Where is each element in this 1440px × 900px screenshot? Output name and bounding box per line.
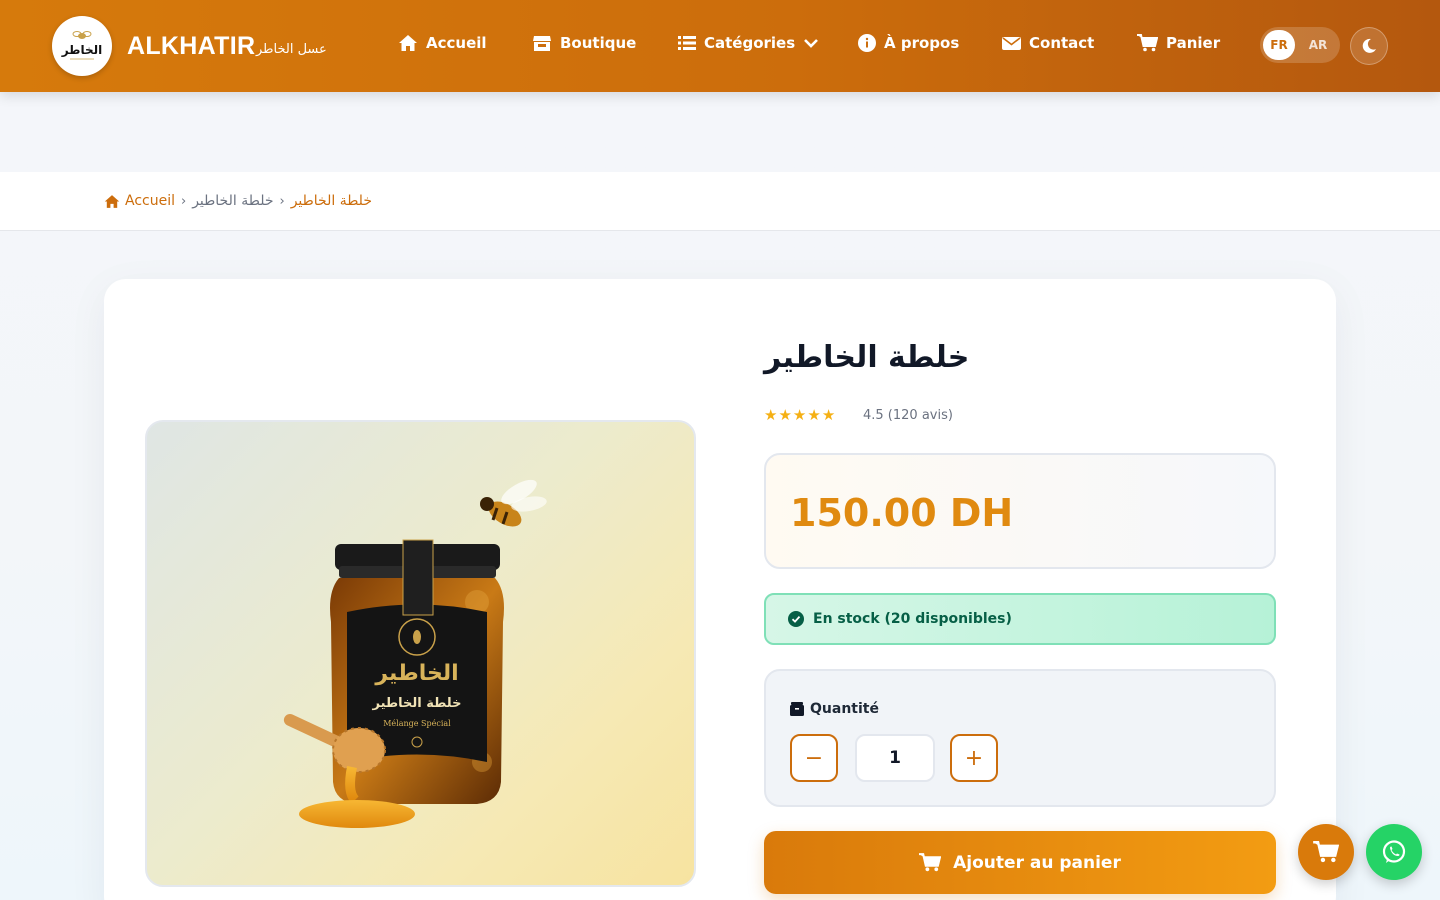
breadcrumb-separator: › (181, 193, 187, 209)
quantity-decrease-button[interactable]: − (790, 734, 838, 782)
product-title: خلطة الخاطير (764, 340, 970, 375)
star-icon: ★ (792, 406, 807, 424)
nav-cart-label: Panier (1166, 34, 1221, 52)
nav-categories[interactable]: Catégories (678, 34, 819, 52)
star-icon: ★ (821, 406, 836, 424)
quantity-increase-button[interactable]: + (950, 734, 998, 782)
star-icon: ★ (807, 406, 821, 424)
lang-ar-button[interactable]: AR (1302, 30, 1334, 60)
nav-cart[interactable]: Panier (1137, 34, 1220, 52)
bee-logo-icon: الخاطر (61, 31, 103, 60)
nav-categories-label: Catégories (704, 34, 796, 52)
stock-text: En stock (20 disponibles) (813, 611, 1012, 627)
star-icon: ★ (764, 406, 778, 424)
jar-brand-text: الخاطير (374, 661, 458, 686)
nav-shop[interactable]: Boutique (532, 34, 636, 52)
cart-icon (1137, 34, 1158, 52)
nav-home[interactable]: Accueil (398, 34, 487, 52)
home-icon (399, 35, 417, 51)
nav-about[interactable]: À propos (858, 34, 959, 52)
add-to-cart-label: Ajouter au panier (953, 852, 1121, 873)
logo[interactable]: الخاطر (52, 16, 112, 76)
chevron-down-icon (804, 39, 819, 48)
brand-name[interactable]: ALKHATIR (127, 32, 255, 61)
nav-contact[interactable]: Contact (1002, 34, 1094, 52)
list-icon (678, 36, 696, 50)
breadcrumb-bar: Accueil › خلطة الخاطير › خلطة الخاطير (0, 172, 1440, 231)
nav-shop-label: Boutique (560, 34, 637, 52)
theme-toggle-button[interactable] (1350, 27, 1388, 65)
jar-name-text: خلطة الخاطير (372, 696, 462, 711)
whatsapp-icon (1382, 840, 1406, 863)
nav-contact-label: Contact (1029, 34, 1095, 52)
breadcrumb-home-label: Accueil (125, 193, 175, 209)
price-box: 150.00 DH (764, 453, 1276, 569)
floating-cart-button[interactable] (1298, 824, 1354, 880)
rating-stars: ★ ★ ★ ★ ★ (764, 406, 835, 424)
cart-icon (1313, 841, 1339, 863)
language-switcher: FR AR (1260, 27, 1340, 63)
breadcrumb-category[interactable]: خلطة الخاطير (192, 193, 273, 209)
envelope-icon (1002, 36, 1021, 50)
quantity-input[interactable] (855, 734, 935, 782)
cart-icon (919, 853, 942, 872)
info-icon (858, 34, 876, 52)
check-circle-icon (788, 611, 804, 627)
breadcrumb-separator: › (279, 193, 285, 209)
nav-about-label: À propos (884, 34, 960, 52)
honey-jar-image: الخاطير خلطة الخاطير Mélange Spécial (283, 479, 547, 828)
nav-home-label: Accueil (426, 34, 487, 52)
home-icon (104, 194, 120, 208)
whatsapp-button[interactable] (1366, 824, 1422, 880)
stock-status: En stock (20 disponibles) (764, 593, 1276, 645)
site-header: الخاطر ALKHATIR عسل الخاطر Accueil Bouti… (0, 0, 1440, 92)
breadcrumb-current: خلطة الخاطير (290, 193, 372, 209)
add-to-cart-button[interactable]: Ajouter au panier (764, 831, 1276, 894)
breadcrumb: Accueil › خلطة الخاطير › خلطة الخاطير (104, 193, 372, 209)
svg-text:الخاطر: الخاطر (61, 43, 103, 57)
brand-arabic-name: عسل الخاطر (256, 42, 327, 57)
lang-fr-button[interactable]: FR (1263, 30, 1295, 60)
jar-sub-text: Mélange Spécial (383, 719, 451, 728)
quantity-box: Quantité − + (764, 669, 1276, 807)
box-icon (790, 702, 804, 716)
quantity-label-text: Quantité (810, 701, 879, 717)
product-price: 150.00 DH (790, 491, 1014, 535)
quantity-label: Quantité (790, 701, 879, 717)
star-icon: ★ (778, 406, 792, 424)
rating-text: 4.5 (120 avis) (863, 408, 953, 423)
moon-icon (1362, 38, 1376, 53)
breadcrumb-home[interactable]: Accueil (104, 193, 175, 209)
store-icon (533, 36, 551, 51)
product-image[interactable]: الخاطير خلطة الخاطير Mélange Spécial (145, 420, 696, 887)
